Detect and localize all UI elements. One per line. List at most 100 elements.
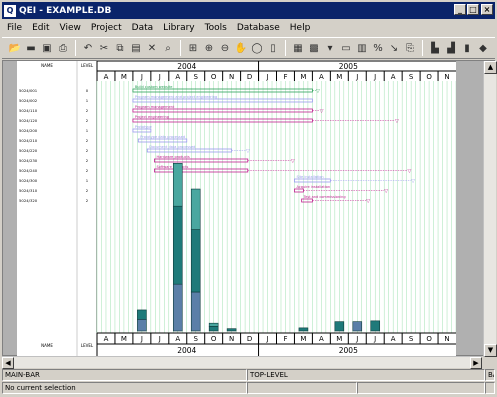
histogram-bar <box>137 318 147 332</box>
paste-icon[interactable]: ▤ <box>129 41 143 55</box>
milestone-marker: ▽ <box>366 199 370 205</box>
month-label: A <box>104 73 109 81</box>
layout-icon[interactable]: ▭ <box>339 41 353 55</box>
scroll-down-icon[interactable]: ▼ <box>484 344 497 357</box>
month-label: S <box>409 335 414 343</box>
bar-chart-icon[interactable]: ▙ <box>428 41 442 55</box>
month-label: J <box>355 73 358 81</box>
copy-icon[interactable]: ⧉ <box>113 41 127 55</box>
gantt-view: NAME LEVEL NAME LEVEL A M J J A S O N D J F M A M J J A S O N 20… <box>2 60 497 357</box>
task-label: Document data processed <box>149 145 195 149</box>
month-label: F <box>283 73 287 81</box>
status-level: TOP-LEVEL <box>247 369 485 381</box>
menu-view[interactable]: View <box>55 23 86 33</box>
task-label: Build custom website <box>135 85 172 89</box>
menu-help[interactable]: Help <box>285 23 316 33</box>
gantt-chart[interactable]: NAME LEVEL NAME LEVEL A M J J A S O N D J F M A M J J A S O N 20… <box>17 61 456 357</box>
zoom-out-icon[interactable]: ⊖ <box>218 41 232 55</box>
menu-library[interactable]: Library <box>158 23 199 33</box>
zoom-in-icon[interactable]: ⊕ <box>202 41 216 55</box>
label-column <box>17 61 97 357</box>
scroll-right-icon[interactable]: ▶ <box>470 357 482 369</box>
menu-project[interactable]: Project <box>86 23 127 33</box>
task-label: Project engineering <box>135 115 169 119</box>
undo-icon[interactable]: ↶ <box>81 41 95 55</box>
task-label: Prototype data processed <box>140 135 185 139</box>
save-icon[interactable]: ▣ <box>40 41 54 55</box>
status-selection: No current selection <box>2 382 247 394</box>
stats-icon[interactable]: ▮ <box>460 41 474 55</box>
menu-data[interactable]: Data <box>127 23 159 33</box>
month-label: M <box>121 73 127 81</box>
vertical-scrollbar[interactable]: ▲ ▼ <box>483 61 497 357</box>
column-header-name: NAME <box>41 63 53 68</box>
minimize-button[interactable]: _ <box>454 4 466 15</box>
zoom-fit-icon[interactable]: ⊞ <box>186 41 200 55</box>
month-label: D <box>247 335 252 343</box>
gantt-canvas[interactable]: NAME LEVEL NAME LEVEL A M J J A S O N D J F M A M J J A S O N 20… <box>17 61 456 357</box>
find-icon[interactable]: ⌕ <box>161 41 175 55</box>
row-id: 5024/200 <box>19 128 38 133</box>
new-icon[interactable]: ▬ <box>24 41 38 55</box>
chart-icon[interactable]: ▩ <box>307 41 321 55</box>
status-field-4 <box>485 382 495 394</box>
toolbar-separator <box>180 40 181 56</box>
task-label: Program management and project engineeri… <box>135 95 217 99</box>
horizontal-scrollbar[interactable]: ◀ ▶ <box>2 356 482 369</box>
menu-edit[interactable]: Edit <box>27 23 54 33</box>
filter-icon[interactable]: ▾ <box>323 41 337 55</box>
link-icon[interactable]: ↘ <box>387 41 401 55</box>
month-label: J <box>355 335 358 343</box>
month-label: A <box>319 335 324 343</box>
delete-icon[interactable]: ✕ <box>145 41 159 55</box>
column-header-level: LEVEL <box>81 63 94 68</box>
print-icon[interactable]: ⎙ <box>56 41 70 55</box>
maximize-button[interactable]: □ <box>467 4 479 15</box>
task-label: Prototype <box>135 125 152 129</box>
percent-icon[interactable]: % <box>371 41 385 55</box>
window-title: QEI - EXAMPLE.DB <box>19 5 112 16</box>
column-footer-name: NAME <box>41 343 53 348</box>
month-label: N <box>229 335 234 343</box>
milestone-marker: ▽ <box>246 149 250 155</box>
month-label: N <box>444 73 449 81</box>
zoom-window-icon[interactable]: ◯ <box>250 41 264 55</box>
menu-bar: File Edit View Project Data Library Tool… <box>2 20 495 36</box>
menu-database[interactable]: Database <box>232 23 285 33</box>
bookmark-icon[interactable]: ◆ <box>476 41 490 55</box>
pan-icon[interactable]: ✋ <box>234 41 248 55</box>
menu-file[interactable]: File <box>2 23 27 33</box>
milestone-marker: ▽ <box>291 159 295 165</box>
row-id: 5024/120 <box>19 118 38 123</box>
histogram-bar <box>172 205 183 285</box>
menu-tools[interactable]: Tools <box>200 23 232 33</box>
milestone-marker: ▽ <box>320 109 324 115</box>
status-field-3 <box>357 382 485 394</box>
row-id: 5024/240 <box>19 168 38 173</box>
app-icon: Q <box>4 4 16 17</box>
open-folder-icon[interactable]: 📂 <box>8 41 22 55</box>
year-label: 2004 <box>177 62 196 71</box>
scroll-up-icon[interactable]: ▲ <box>484 61 497 74</box>
month-label: J <box>158 73 161 81</box>
year-label: 2005 <box>339 62 358 71</box>
row-id: 5024/002 <box>19 98 38 103</box>
grid-icon[interactable]: ▦ <box>291 41 305 55</box>
attach-icon[interactable]: ⎘ <box>403 41 417 55</box>
cut-icon[interactable]: ✂ <box>97 41 111 55</box>
histogram-bar <box>370 320 381 332</box>
month-label: M <box>300 73 306 81</box>
table-icon[interactable]: ▥ <box>355 41 369 55</box>
month-label: F <box>283 335 287 343</box>
row-id: 5024/110 <box>19 108 38 113</box>
histogram-bar <box>298 327 309 332</box>
month-label: J <box>140 335 143 343</box>
bar-chart2-icon[interactable]: ▟ <box>444 41 458 55</box>
page-icon[interactable]: ▯ <box>266 41 280 55</box>
close-button[interactable]: × <box>481 4 493 15</box>
month-label: J <box>373 73 376 81</box>
month-label: J <box>373 335 376 343</box>
scroll-left-icon[interactable]: ◀ <box>2 357 14 369</box>
histogram-bar <box>190 291 201 332</box>
row-id: 5024/230 <box>19 158 38 163</box>
